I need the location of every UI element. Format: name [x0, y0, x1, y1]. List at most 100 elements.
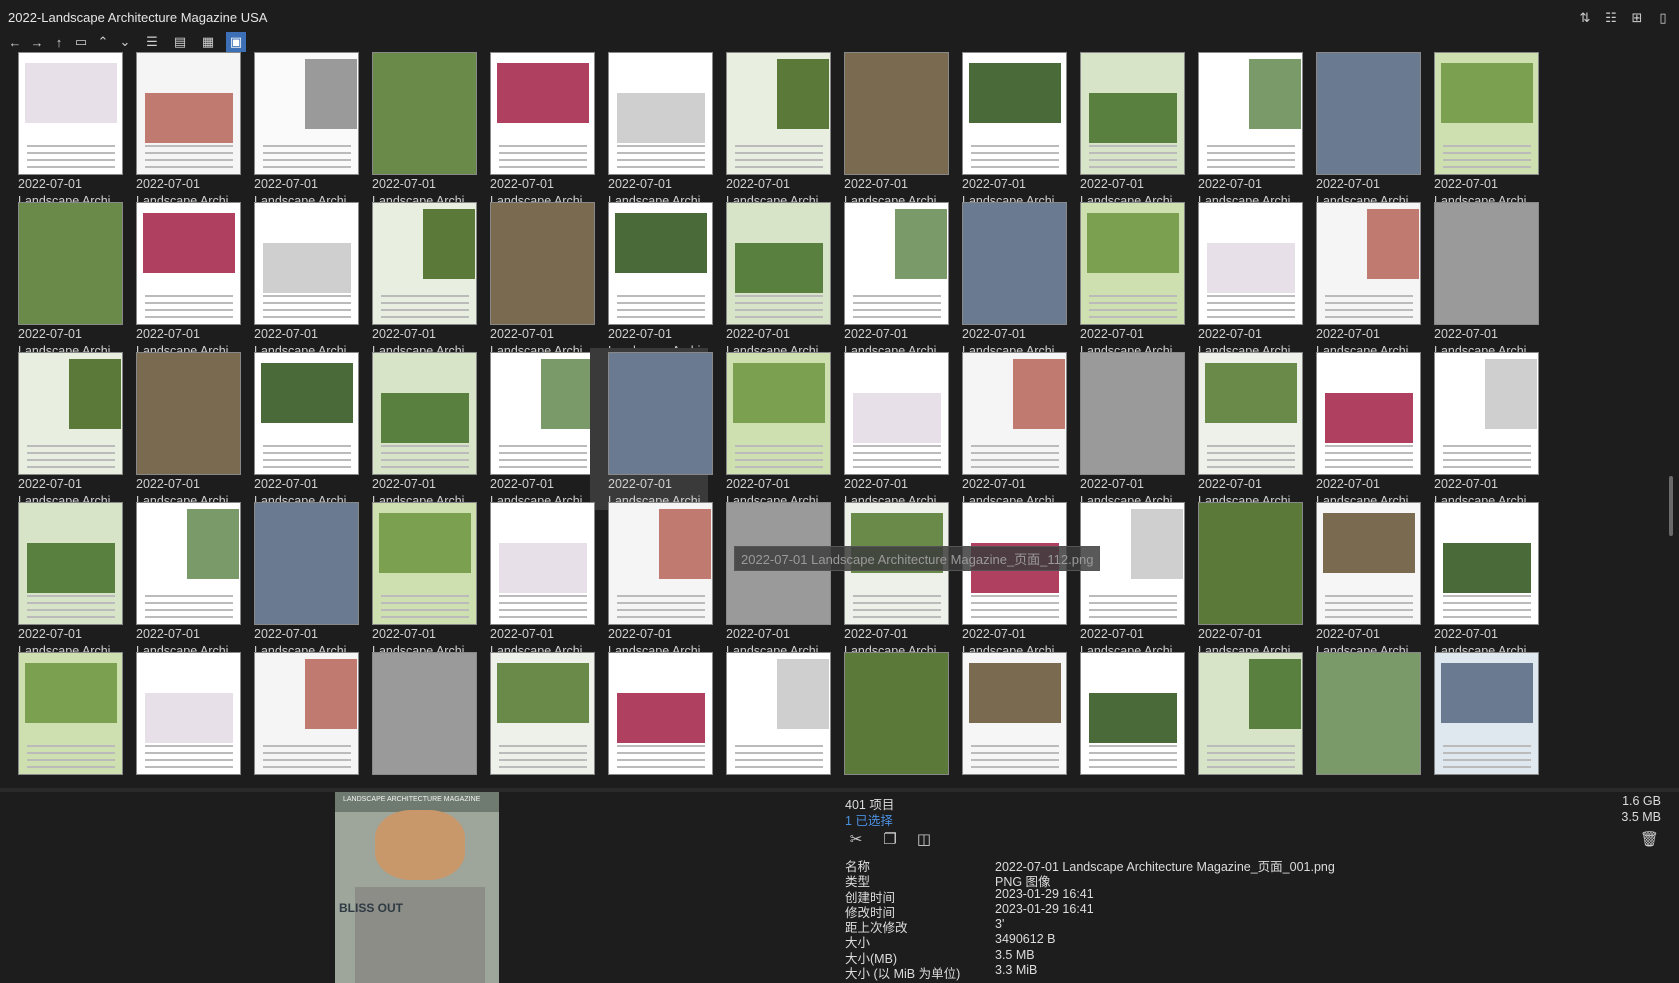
page-thumbnail: [1434, 52, 1539, 175]
thumbnail-item[interactable]: 2022-07-01Landscape Archi...: [1298, 498, 1421, 660]
thumbnail-item[interactable]: 2022-07-01Landscape Archi...: [1180, 498, 1303, 660]
tiles-view-icon[interactable]: ▦: [198, 32, 218, 52]
thumbnail-item[interactable]: 2022-07-01Landscape Archi...: [0, 348, 123, 510]
thumbnail-item[interactable]: 2022-07-01Landscape Archi...: [944, 52, 1067, 210]
item-date: 2022-07-01: [372, 477, 436, 491]
thumbnail-item[interactable]: 2022-07-01Landscape Archi...: [826, 498, 949, 660]
page-thumbnail: [962, 352, 1067, 475]
thumbnail-item[interactable]: 2022-07-01Landscape Archi...: [118, 498, 241, 660]
thumbnail-item[interactable]: 2022-07-01Landscape Archi...: [1298, 52, 1421, 210]
details-icon[interactable]: ☷: [1603, 10, 1619, 26]
thumbnail-item[interactable]: 2022-07-01Landscape Archi...: [1298, 198, 1421, 360]
thumbnail-item[interactable]: 2022-07-01Landscape Archi...: [708, 198, 831, 360]
page-thumbnail: [18, 352, 123, 475]
thumbnail-item[interactable]: 2022-07-01Landscape Archi...: [826, 198, 949, 360]
thumbnail-item[interactable]: [236, 648, 359, 788]
thumbnail-item[interactable]: 2022-07-01Landscape Archi...: [236, 498, 359, 660]
folder-icon[interactable]: ▭: [72, 33, 90, 51]
thumbnail-item[interactable]: 2022-07-01Landscape Archi...: [0, 198, 123, 360]
chevron-down-icon[interactable]: ⌄: [116, 33, 134, 51]
thumbnail-item[interactable]: [944, 648, 1067, 788]
scrollbar-thumb[interactable]: [1669, 476, 1673, 536]
thumbnail-item[interactable]: [472, 648, 595, 788]
page-thumbnail: [1080, 352, 1185, 475]
thumbnail-item[interactable]: 2022-07-01Landscape Archi...: [1062, 348, 1185, 510]
thumbnail-item[interactable]: [826, 648, 949, 788]
up-icon[interactable]: ↑: [50, 33, 68, 51]
thumbnail-view-icon[interactable]: ▣: [226, 32, 246, 52]
thumbnail-item[interactable]: 2022-07-01Landscape Archi...: [944, 348, 1067, 510]
thumbnail-item[interactable]: 2022-07-01Landscape Archi...: [472, 498, 595, 660]
thumbnail-item[interactable]: 2022-07-01Landscape Archi...: [354, 198, 477, 360]
list-view-icon[interactable]: ☰: [142, 32, 162, 52]
info-panel: 401 项目 1 已选择 1.6 GB 3.5 MB ✂ ❐ ◫ 🗑 名称 202…: [845, 792, 1675, 983]
page-thumbnail: [962, 52, 1067, 175]
thumbnail-item[interactable]: [1298, 648, 1421, 788]
thumbnail-item[interactable]: 2022-07-01Landscape Archi...: [590, 348, 713, 510]
thumbnail-item[interactable]: 2022-07-01Landscape Archi...: [708, 498, 831, 660]
thumbnail-item[interactable]: 2022-07-01Landscape Archi...: [590, 52, 713, 210]
page-thumbnail: [136, 352, 241, 475]
thumbnail-item[interactable]: [708, 648, 831, 788]
thumbnail-item[interactable]: 2022-07-01Landscape Archi...: [472, 198, 595, 360]
trash-icon[interactable]: 🗑: [1640, 830, 1659, 848]
thumbnail-item[interactable]: 2022-07-01Landscape Archi...: [1416, 198, 1539, 360]
thumbnail-item[interactable]: 2022-07-01Landscape Archi...: [826, 52, 949, 210]
page-thumbnail: [1434, 502, 1539, 625]
clipboard-icon[interactable]: ▯: [1655, 10, 1671, 26]
thumbnail-item[interactable]: 2022-07-01Landscape Archi...: [944, 498, 1067, 660]
thumbnail-item[interactable]: [1416, 648, 1539, 788]
thumbnail-item[interactable]: 2022-07-01Landscape Archi...: [0, 52, 123, 210]
thumbnail-item[interactable]: 2022-07-01Landscape Archi...: [118, 348, 241, 510]
thumbnail-item[interactable]: 2022-07-01Landscape Archi...: [1180, 198, 1303, 360]
thumbnail-item[interactable]: 2022-07-01Landscape Archi...: [236, 198, 359, 360]
thumbnail-item[interactable]: 2022-07-01Landscape Archi...: [1062, 198, 1185, 360]
thumbnail-item[interactable]: 2022-07-01Landscape Archi...: [472, 52, 595, 210]
selected-count[interactable]: 1 已选择: [845, 810, 893, 829]
thumbnail-item[interactable]: 2022-07-01Landscape Archi...: [354, 52, 477, 210]
add-pane-icon[interactable]: ⊞: [1629, 10, 1645, 26]
thumbnail-item[interactable]: [118, 648, 241, 788]
thumbnail-item[interactable]: 2022-07-01Landscape Archi...: [354, 348, 477, 510]
thumbnail-item[interactable]: 2022-07-01Landscape Archi...: [236, 52, 359, 210]
thumbnail-item[interactable]: [590, 648, 713, 788]
thumbnail-item[interactable]: 2022-07-01Landscape Archi...: [944, 198, 1067, 360]
thumbnail-item[interactable]: [1062, 648, 1185, 788]
thumbnail-item[interactable]: 2022-07-01Landscape Archi...: [708, 52, 831, 210]
thumbnail-item[interactable]: 2022-07-01Landscape Archi...: [1416, 498, 1539, 660]
thumbnail-item[interactable]: 2022-07-01Landscape Archi...: [1416, 52, 1539, 210]
chevron-up-icon[interactable]: ⌃: [94, 33, 112, 51]
thumbnail-item[interactable]: 2022-07-01Landscape Archi...: [472, 348, 595, 510]
thumbnail-item[interactable]: 2022-07-01Landscape Archi...: [0, 498, 123, 660]
thumbnail-item[interactable]: 2022-07-01Landscape Archi...: [1180, 52, 1303, 210]
thumbnail-item[interactable]: 2022-07-01Landscape Archi...: [236, 348, 359, 510]
thumbnail-item[interactable]: 2022-07-01Landscape Archi...: [590, 198, 713, 360]
thumbnail-item[interactable]: [354, 648, 477, 788]
forward-icon[interactable]: →: [28, 33, 46, 51]
sort-icon[interactable]: ⇅: [1577, 10, 1593, 26]
thumbnail-item[interactable]: 2022-07-01Landscape Archi...: [118, 52, 241, 210]
thumbnail-item[interactable]: 2022-07-01Landscape Archi...: [1062, 52, 1185, 210]
thumbnail-item[interactable]: 2022-07-01Landscape Archi...: [590, 498, 713, 660]
thumbnail-item[interactable]: [1180, 648, 1303, 788]
thumbnail-item[interactable]: 2022-07-01Landscape Archi...: [708, 348, 831, 510]
item-date: 2022-07-01: [372, 327, 436, 341]
thumbnail-item[interactable]: 2022-07-01Landscape Archi...: [118, 198, 241, 360]
split-icon[interactable]: ◫: [915, 830, 933, 848]
item-date: 2022-07-01: [136, 177, 200, 191]
thumbnail-item[interactable]: 2022-07-01Landscape Archi...: [1298, 348, 1421, 510]
thumbnail-item[interactable]: 2022-07-01Landscape Archi...: [1180, 348, 1303, 510]
property-value: 2023-01-29 16:41: [995, 901, 1094, 916]
item-date: 2022-07-01: [1434, 627, 1498, 641]
item-date: 2022-07-01: [726, 327, 790, 341]
thumbnail-item[interactable]: 2022-07-01Landscape Archi...: [1416, 348, 1539, 510]
copy-icon[interactable]: ❐: [881, 830, 899, 848]
back-icon[interactable]: ←: [6, 33, 24, 51]
scrollbar[interactable]: [1665, 52, 1675, 788]
thumbnail-item[interactable]: [0, 648, 123, 788]
thumbnail-item[interactable]: 2022-07-01Landscape Archi...: [826, 348, 949, 510]
details-view-icon[interactable]: ▤: [170, 32, 190, 52]
thumbnail-item[interactable]: 2022-07-01Landscape Archi...: [1062, 498, 1185, 660]
thumbnail-item[interactable]: 2022-07-01Landscape Archi...: [354, 498, 477, 660]
cut-icon[interactable]: ✂: [847, 830, 865, 848]
